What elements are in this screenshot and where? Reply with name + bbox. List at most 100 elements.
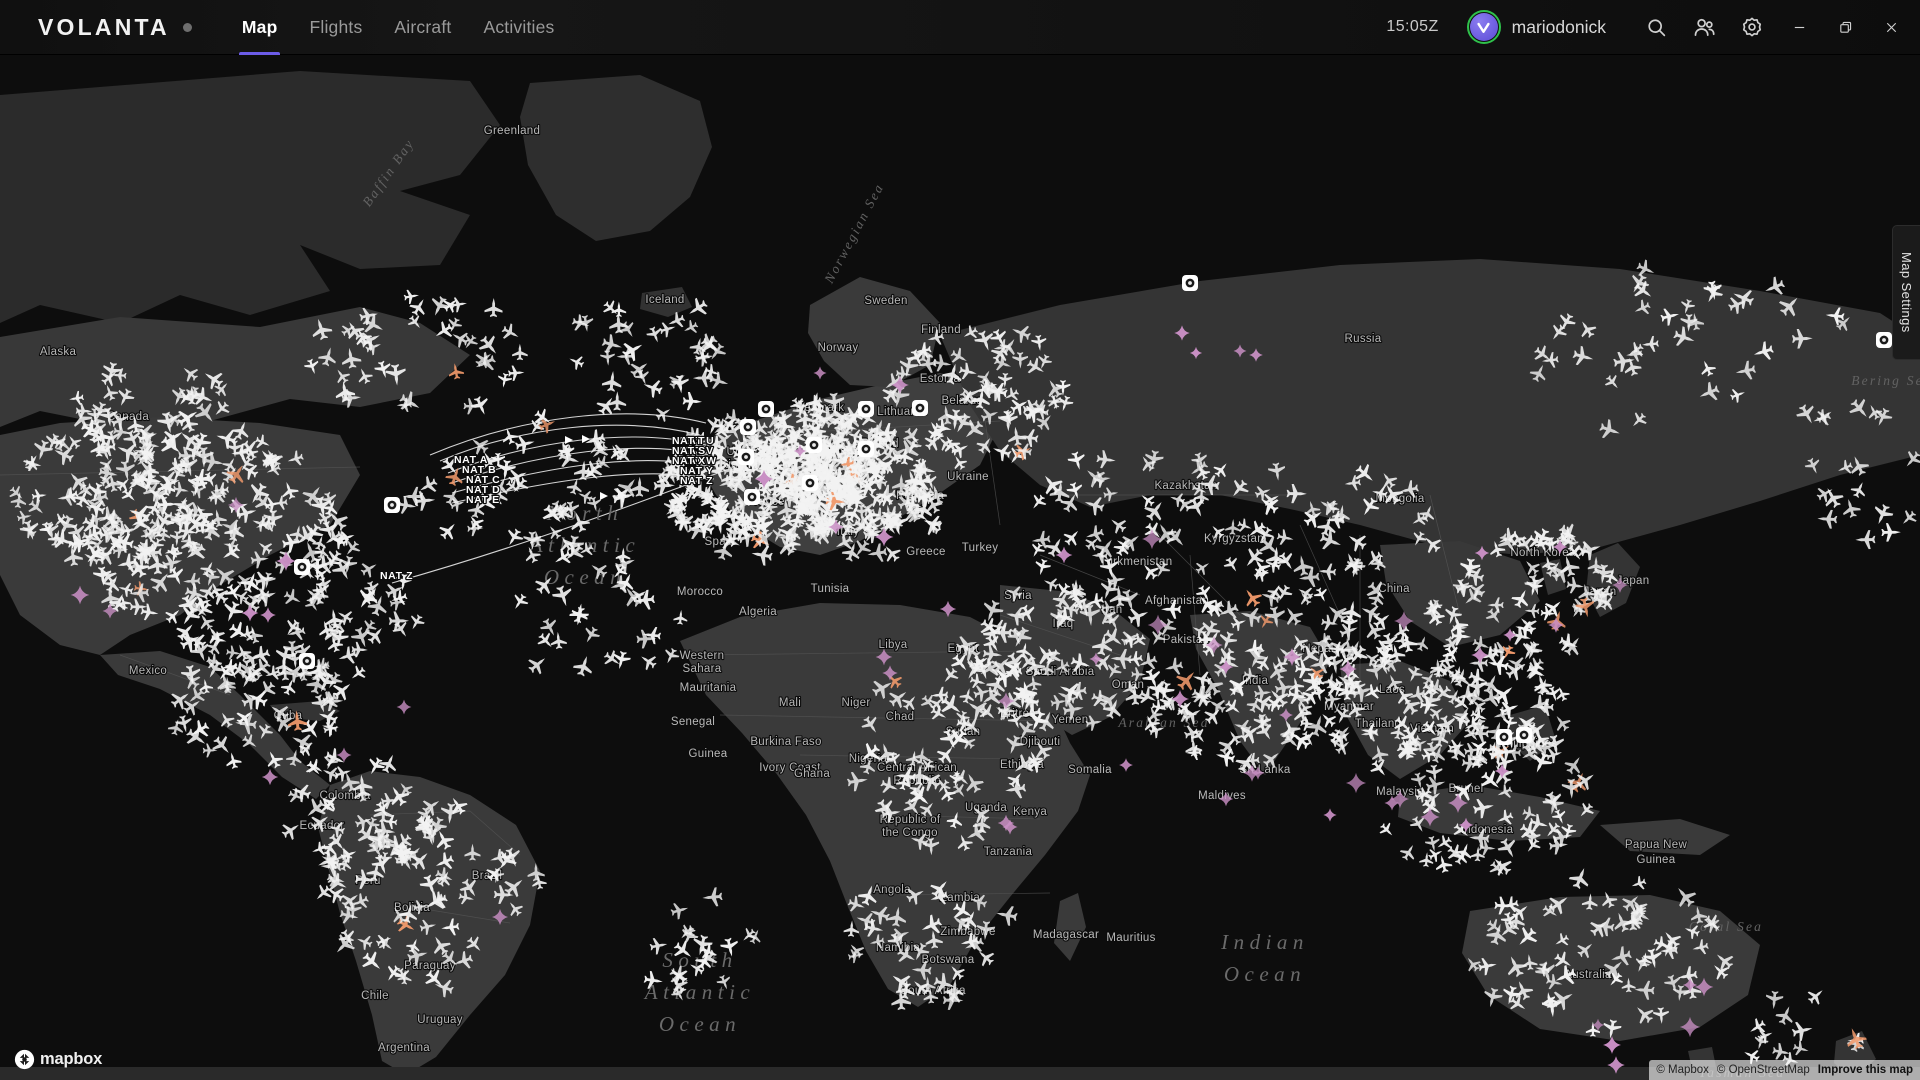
country-label: Mexico bbox=[129, 665, 167, 677]
map-canvas[interactable]: NorthAtlanticOceanSouthAtlanticOceanIndi… bbox=[0, 55, 1920, 1080]
country-label: Greenland bbox=[484, 125, 540, 137]
mapbox-logo-label: mapbox bbox=[40, 1050, 103, 1068]
country-label: Angola bbox=[873, 884, 911, 896]
user-marker[interactable] bbox=[912, 400, 928, 416]
ocean-label: Atlantic bbox=[643, 980, 756, 1004]
country-label: Alaska bbox=[40, 346, 77, 358]
country-label: Sahara bbox=[683, 663, 722, 675]
country-label: Bolivia bbox=[394, 902, 430, 914]
country-label: Sweden bbox=[864, 295, 907, 307]
nav-tab-map[interactable]: Map bbox=[226, 0, 294, 55]
country-label: Russia bbox=[1345, 333, 1382, 345]
mapbox-logo[interactable]: mapbox bbox=[14, 1049, 102, 1070]
country-label: Thailand bbox=[1355, 718, 1402, 730]
country-label: Tanzania bbox=[984, 846, 1033, 858]
user-marker[interactable] bbox=[740, 419, 756, 435]
ocean-label: Ocean bbox=[544, 565, 626, 589]
country-label: Chad bbox=[886, 711, 915, 723]
attribution-osm-link[interactable]: © OpenStreetMap bbox=[1717, 1064, 1810, 1076]
header-right-group: 15:05Z mariodonick bbox=[1386, 0, 1920, 55]
country-label: Mali bbox=[779, 697, 801, 709]
country-label: Central African bbox=[877, 762, 957, 774]
user-marker[interactable] bbox=[858, 441, 874, 457]
minimize-button[interactable] bbox=[1776, 0, 1822, 55]
utc-clock: 15:05Z bbox=[1386, 18, 1439, 35]
user-marker[interactable] bbox=[858, 401, 874, 417]
user-marker[interactable] bbox=[806, 437, 822, 453]
nat-track-label: NAT X bbox=[672, 455, 706, 467]
country-label: Norway bbox=[818, 342, 859, 354]
country-label: Western bbox=[680, 650, 725, 662]
country-label: Turkey bbox=[962, 542, 999, 554]
maximize-button[interactable] bbox=[1822, 0, 1868, 55]
app-brand-logo: VOLANTA bbox=[38, 13, 170, 40]
user-marker[interactable] bbox=[758, 401, 774, 417]
country-label: Chile bbox=[361, 990, 389, 1002]
avatar-image bbox=[1469, 13, 1498, 41]
user-marker[interactable] bbox=[1876, 332, 1892, 348]
country-label: China bbox=[1378, 583, 1410, 595]
user-marker[interactable] bbox=[744, 489, 760, 505]
title-bar: VOLANTA Map Flights Aircraft Activities … bbox=[0, 0, 1920, 55]
map-settings-label: Map Settings bbox=[1899, 252, 1914, 333]
country-label: Afghanistan bbox=[1145, 595, 1209, 607]
connection-status-dot bbox=[182, 22, 192, 32]
avatar[interactable] bbox=[1466, 10, 1501, 44]
country-label: Uruguay bbox=[417, 1014, 463, 1026]
attribution-improve-link[interactable]: Improve this map bbox=[1818, 1064, 1913, 1076]
country-label: Guinea bbox=[1637, 854, 1676, 866]
user-marker[interactable] bbox=[1516, 727, 1532, 743]
country-label: Somalia bbox=[1068, 764, 1112, 776]
country-label: Greece bbox=[906, 546, 946, 558]
ocean-label: Ocean bbox=[1224, 962, 1306, 986]
ocean-label: Bering Sea bbox=[1851, 373, 1920, 388]
country-label: Botswana bbox=[922, 954, 975, 966]
country-label: Morocco bbox=[677, 586, 723, 598]
country-label: Senegal bbox=[671, 716, 715, 728]
country-label: Kenya bbox=[1013, 806, 1047, 818]
user-marker[interactable] bbox=[384, 497, 400, 513]
settings-icon[interactable] bbox=[1728, 0, 1776, 55]
country-label: Yemen bbox=[1052, 714, 1089, 726]
mapbox-icon bbox=[14, 1049, 35, 1070]
attribution-mapbox-link[interactable]: © Mapbox bbox=[1656, 1064, 1709, 1076]
user-marker[interactable] bbox=[294, 559, 310, 575]
country-label: the Congo bbox=[882, 827, 938, 839]
friends-icon[interactable] bbox=[1680, 0, 1728, 55]
nat-track-label: NAT Z bbox=[380, 570, 413, 582]
user-marker[interactable] bbox=[738, 449, 754, 465]
nat-track-label: NAT Z bbox=[680, 475, 713, 487]
country-label: Guinea bbox=[689, 748, 728, 760]
country-label: Mauritania bbox=[680, 682, 737, 694]
ocean-label: Indian bbox=[1220, 930, 1309, 954]
country-label: Madagascar bbox=[1033, 929, 1099, 941]
username-label[interactable]: mariodonick bbox=[1512, 17, 1606, 38]
search-icon[interactable] bbox=[1632, 0, 1680, 55]
volanta-v-icon bbox=[1477, 22, 1490, 33]
user-marker[interactable] bbox=[1182, 275, 1198, 291]
country-label: Ukraine bbox=[947, 471, 989, 483]
nav-tab-aircraft[interactable]: Aircraft bbox=[378, 0, 467, 55]
country-label: Finland bbox=[921, 324, 961, 336]
country-label: Niger bbox=[842, 697, 871, 709]
country-label: Burkina Faso bbox=[750, 736, 821, 748]
map-attribution: © Mapbox © OpenStreetMap Improve this ma… bbox=[1649, 1060, 1920, 1080]
nav-tab-activities[interactable]: Activities bbox=[467, 0, 570, 55]
main-navigation: Map Flights Aircraft Activities bbox=[226, 0, 571, 55]
country-label: Libya bbox=[879, 639, 908, 651]
country-label: Argentina bbox=[378, 1042, 430, 1054]
nav-tab-flights[interactable]: Flights bbox=[293, 0, 378, 55]
country-label: Ghana bbox=[794, 768, 830, 780]
map-settings-tab[interactable]: Map Settings bbox=[1892, 225, 1920, 360]
country-label: Iceland bbox=[645, 294, 684, 306]
country-label: Syria bbox=[1004, 590, 1032, 602]
ocean-label: Ocean bbox=[659, 1012, 741, 1036]
user-marker[interactable] bbox=[802, 475, 818, 491]
close-button[interactable] bbox=[1868, 0, 1914, 55]
country-label: Kyrgyzstan bbox=[1204, 533, 1264, 545]
country-label: Algeria bbox=[739, 606, 777, 618]
country-label: Tunisia bbox=[811, 583, 850, 595]
country-label: Papua New bbox=[1625, 839, 1688, 851]
user-marker[interactable] bbox=[1496, 729, 1512, 745]
user-marker[interactable] bbox=[299, 653, 315, 669]
